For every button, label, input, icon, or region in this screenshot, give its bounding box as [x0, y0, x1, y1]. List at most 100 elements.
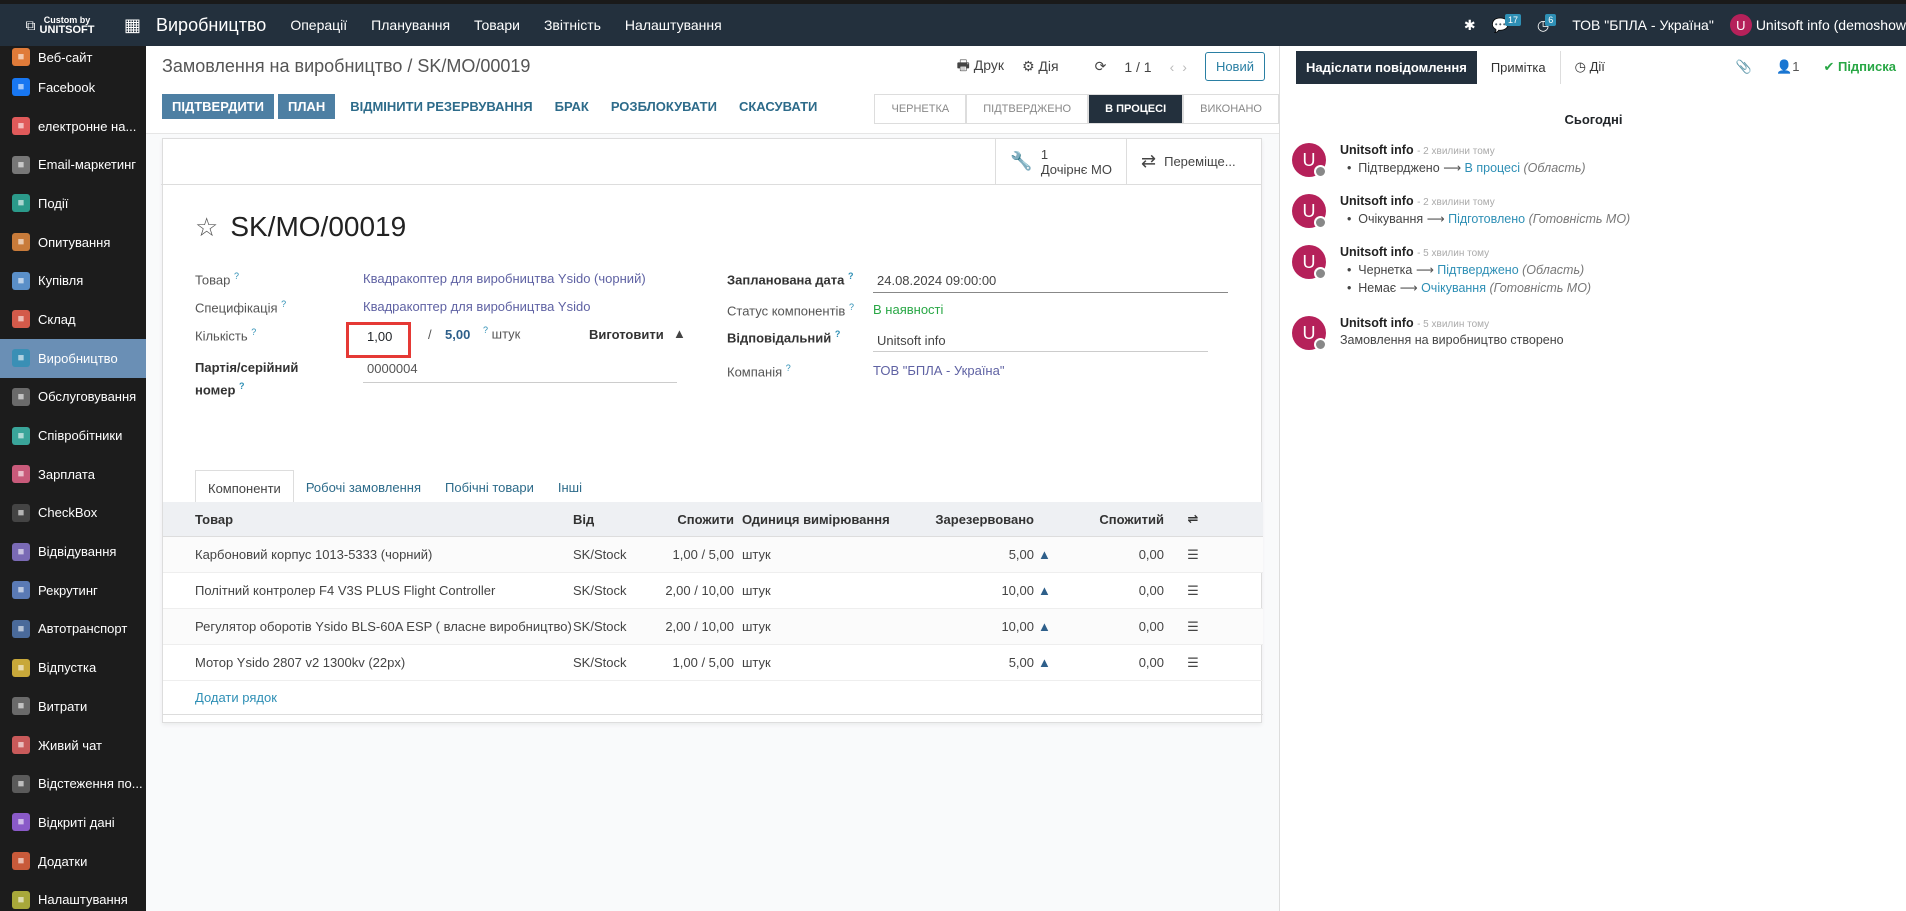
refresh-icon[interactable]: ⟳: [1095, 58, 1107, 75]
forecast-chart-icon[interactable]: ▲: [1038, 619, 1068, 634]
company-switcher[interactable]: ТОВ "БПЛА - Україна": [1572, 17, 1714, 33]
cancel-button[interactable]: СКАСУВАТИ: [728, 94, 828, 119]
tab-work-orders[interactable]: Робочі замовлення: [294, 470, 433, 506]
col-reserved[interactable]: Зарезервовано: [928, 512, 1038, 527]
pager-value[interactable]: 1 / 1: [1124, 59, 1151, 75]
col-consumed[interactable]: Спожитий: [1068, 512, 1168, 527]
forecast-chart-icon[interactable]: ▲: [1038, 655, 1068, 670]
menu-reporting[interactable]: Звітність: [532, 17, 613, 33]
uom-field[interactable]: ? штук: [483, 325, 520, 341]
action-menu[interactable]: ⚙ Дія: [1022, 58, 1059, 75]
sidebar-item[interactable]: ■ Витрати: [0, 687, 146, 726]
sidebar-item[interactable]: ■ Рекрутинг: [0, 571, 146, 610]
col-from[interactable]: Від: [573, 512, 658, 527]
messages-icon[interactable]: 💬17: [1492, 13, 1521, 34]
responsible-field[interactable]: Unitsoft info: [877, 333, 946, 348]
scheduled-date-field[interactable]: 24.08.2024 09:00:00: [877, 273, 996, 288]
user-menu[interactable]: U Unitsoft info (demoshow: [1729, 14, 1906, 36]
debug-bug-icon[interactable]: ✱: [1464, 17, 1476, 34]
sidebar-item[interactable]: ■ CheckBox: [0, 494, 146, 533]
quantity-total[interactable]: 5,00: [445, 327, 470, 342]
status-draft[interactable]: ЧЕРНЕТКА: [874, 94, 967, 124]
menu-products[interactable]: Товари: [462, 17, 532, 33]
sidebar-item[interactable]: ■ Відкриті дані: [0, 803, 146, 842]
activities-button[interactable]: ◷ Дії: [1561, 50, 1619, 84]
sidebar-item[interactable]: ■ Співробітники: [0, 416, 146, 455]
sidebar-item[interactable]: ■ Живий чат: [0, 726, 146, 765]
sidebar-item[interactable]: ■ Facebook: [0, 68, 146, 107]
sidebar-item[interactable]: ■ Автотранспорт: [0, 610, 146, 649]
optional-columns-icon[interactable]: ⇌: [1168, 511, 1218, 527]
sidebar-item[interactable]: ■ Відвідування: [0, 532, 146, 571]
menu-planning[interactable]: Планування: [359, 17, 462, 33]
tab-miscellaneous[interactable]: Інші: [546, 470, 594, 506]
new-button[interactable]: Новий: [1204, 52, 1265, 81]
pager-prev-icon[interactable]: ‹: [1170, 59, 1175, 75]
sidebar-item[interactable]: ■ Склад: [0, 300, 146, 339]
sidebar-item[interactable]: ■ Налаштування: [0, 880, 146, 911]
detailed-operations-list-icon[interactable]: ☰: [1168, 619, 1218, 635]
author-avatar[interactable]: U: [1292, 316, 1327, 351]
scrap-button[interactable]: БРАК: [544, 94, 600, 119]
followers-button[interactable]: 👤1: [1776, 59, 1799, 75]
detailed-operations-list-icon[interactable]: ☰: [1168, 583, 1218, 599]
star-icon[interactable]: ☆: [195, 212, 218, 243]
activities-clock-icon[interactable]: ◷6: [1537, 13, 1557, 34]
message-author[interactable]: Unitsoft info: [1340, 194, 1414, 208]
menu-operations[interactable]: Операції: [278, 17, 359, 33]
sidebar-item[interactable]: ■ Email-маркетинг: [0, 145, 146, 184]
status-done[interactable]: ВИКОНАНО: [1183, 94, 1279, 124]
confirm-button[interactable]: ПІДТВЕРДИТИ: [162, 94, 274, 119]
log-note-button[interactable]: Примітка: [1477, 50, 1561, 84]
moves-button[interactable]: ⇄ Переміще...: [1126, 139, 1261, 184]
tab-by-products[interactable]: Побічні товари: [433, 470, 546, 506]
plan-button[interactable]: ПЛАН: [277, 94, 336, 119]
sidebar-item[interactable]: ■ Опитування: [0, 223, 146, 262]
menu-configuration[interactable]: Налаштування: [613, 17, 734, 33]
sidebar-item[interactable]: ■ Відпустка: [0, 648, 146, 687]
company-field[interactable]: ТОВ "БПЛА - Україна": [873, 363, 1004, 378]
sidebar-item[interactable]: ■ Зарплата: [0, 455, 146, 494]
breadcrumb[interactable]: Замовлення на виробництво / SK/MO/00019: [162, 56, 530, 77]
lot-field[interactable]: 0000004: [367, 361, 418, 376]
follow-button[interactable]: ✔ Підписка: [1823, 59, 1896, 75]
unitsoft-logo[interactable]: ⧉ Custom by UNITSOFT: [10, 4, 110, 46]
apps-grid-icon[interactable]: ▦: [124, 15, 146, 36]
message-author[interactable]: Unitsoft info: [1340, 143, 1414, 157]
product-field[interactable]: Квадракоптер для виробництва Ysido (чорн…: [363, 271, 646, 286]
forecast-chart-icon[interactable]: ▲: [1038, 547, 1068, 562]
col-product[interactable]: Товар: [163, 512, 573, 527]
sidebar-item[interactable]: ■ Додатки: [0, 842, 146, 881]
table-row[interactable]: Мотор Ysido 2807 v2 1300kv (22px) SK/Stoc…: [163, 645, 1263, 681]
bom-field[interactable]: Квадракоптер для виробництва Ysido: [363, 299, 590, 314]
col-consume[interactable]: Спожити: [658, 512, 738, 527]
sidebar-item[interactable]: ■ Події: [0, 184, 146, 223]
child-mo-button[interactable]: 🔧 1 Дочірнє МО: [995, 139, 1126, 184]
status-in-progress[interactable]: В ПРОЦЕСІ: [1088, 94, 1184, 124]
add-line-link[interactable]: Додати рядок: [163, 681, 1263, 715]
author-avatar[interactable]: U: [1292, 245, 1327, 280]
author-avatar[interactable]: U: [1292, 194, 1327, 229]
sidebar-item[interactable]: ■ Відстеження по...: [0, 764, 146, 803]
forecast-chart-icon[interactable]: ▲: [673, 326, 686, 341]
print-menu[interactable]: 🖶 Друк: [957, 55, 1004, 79]
app-title[interactable]: Виробництво: [156, 15, 266, 36]
message-author[interactable]: Unitsoft info: [1340, 316, 1414, 330]
sidebar-item[interactable]: ■ Виробництво: [0, 338, 146, 378]
forecast-chart-icon[interactable]: ▲: [1038, 583, 1068, 598]
author-avatar[interactable]: U: [1292, 143, 1327, 178]
table-row[interactable]: Регулятор оборотів Ysido BLS-60A ESP ( в…: [163, 609, 1263, 645]
table-row[interactable]: Карбоновий корпус 1013-5333 (чорний) SK/S…: [163, 537, 1263, 573]
sidebar-item[interactable]: ■ Веб-сайт: [0, 46, 146, 68]
unlock-button[interactable]: РОЗБЛОКУВАТИ: [600, 94, 728, 119]
pager-next-icon[interactable]: ›: [1182, 59, 1187, 75]
attachment-paperclip-icon[interactable]: 📎: [1736, 59, 1752, 75]
sidebar-item[interactable]: ■ Купівля: [0, 261, 146, 300]
unreserve-button[interactable]: ВІДМІНИТИ РЕЗЕРВУВАННЯ: [339, 94, 543, 119]
sidebar-item[interactable]: ■ Обслуговування: [0, 378, 146, 417]
sidebar-item[interactable]: ■ електронне на...: [0, 107, 146, 146]
send-message-button[interactable]: Надіслати повідомлення: [1296, 50, 1477, 84]
status-confirmed[interactable]: ПІДТВЕРДЖЕНО: [966, 94, 1089, 124]
table-row[interactable]: Політний контролер F4 V3S PLUS Flight Co…: [163, 573, 1263, 609]
detailed-operations-list-icon[interactable]: ☰: [1168, 547, 1218, 563]
